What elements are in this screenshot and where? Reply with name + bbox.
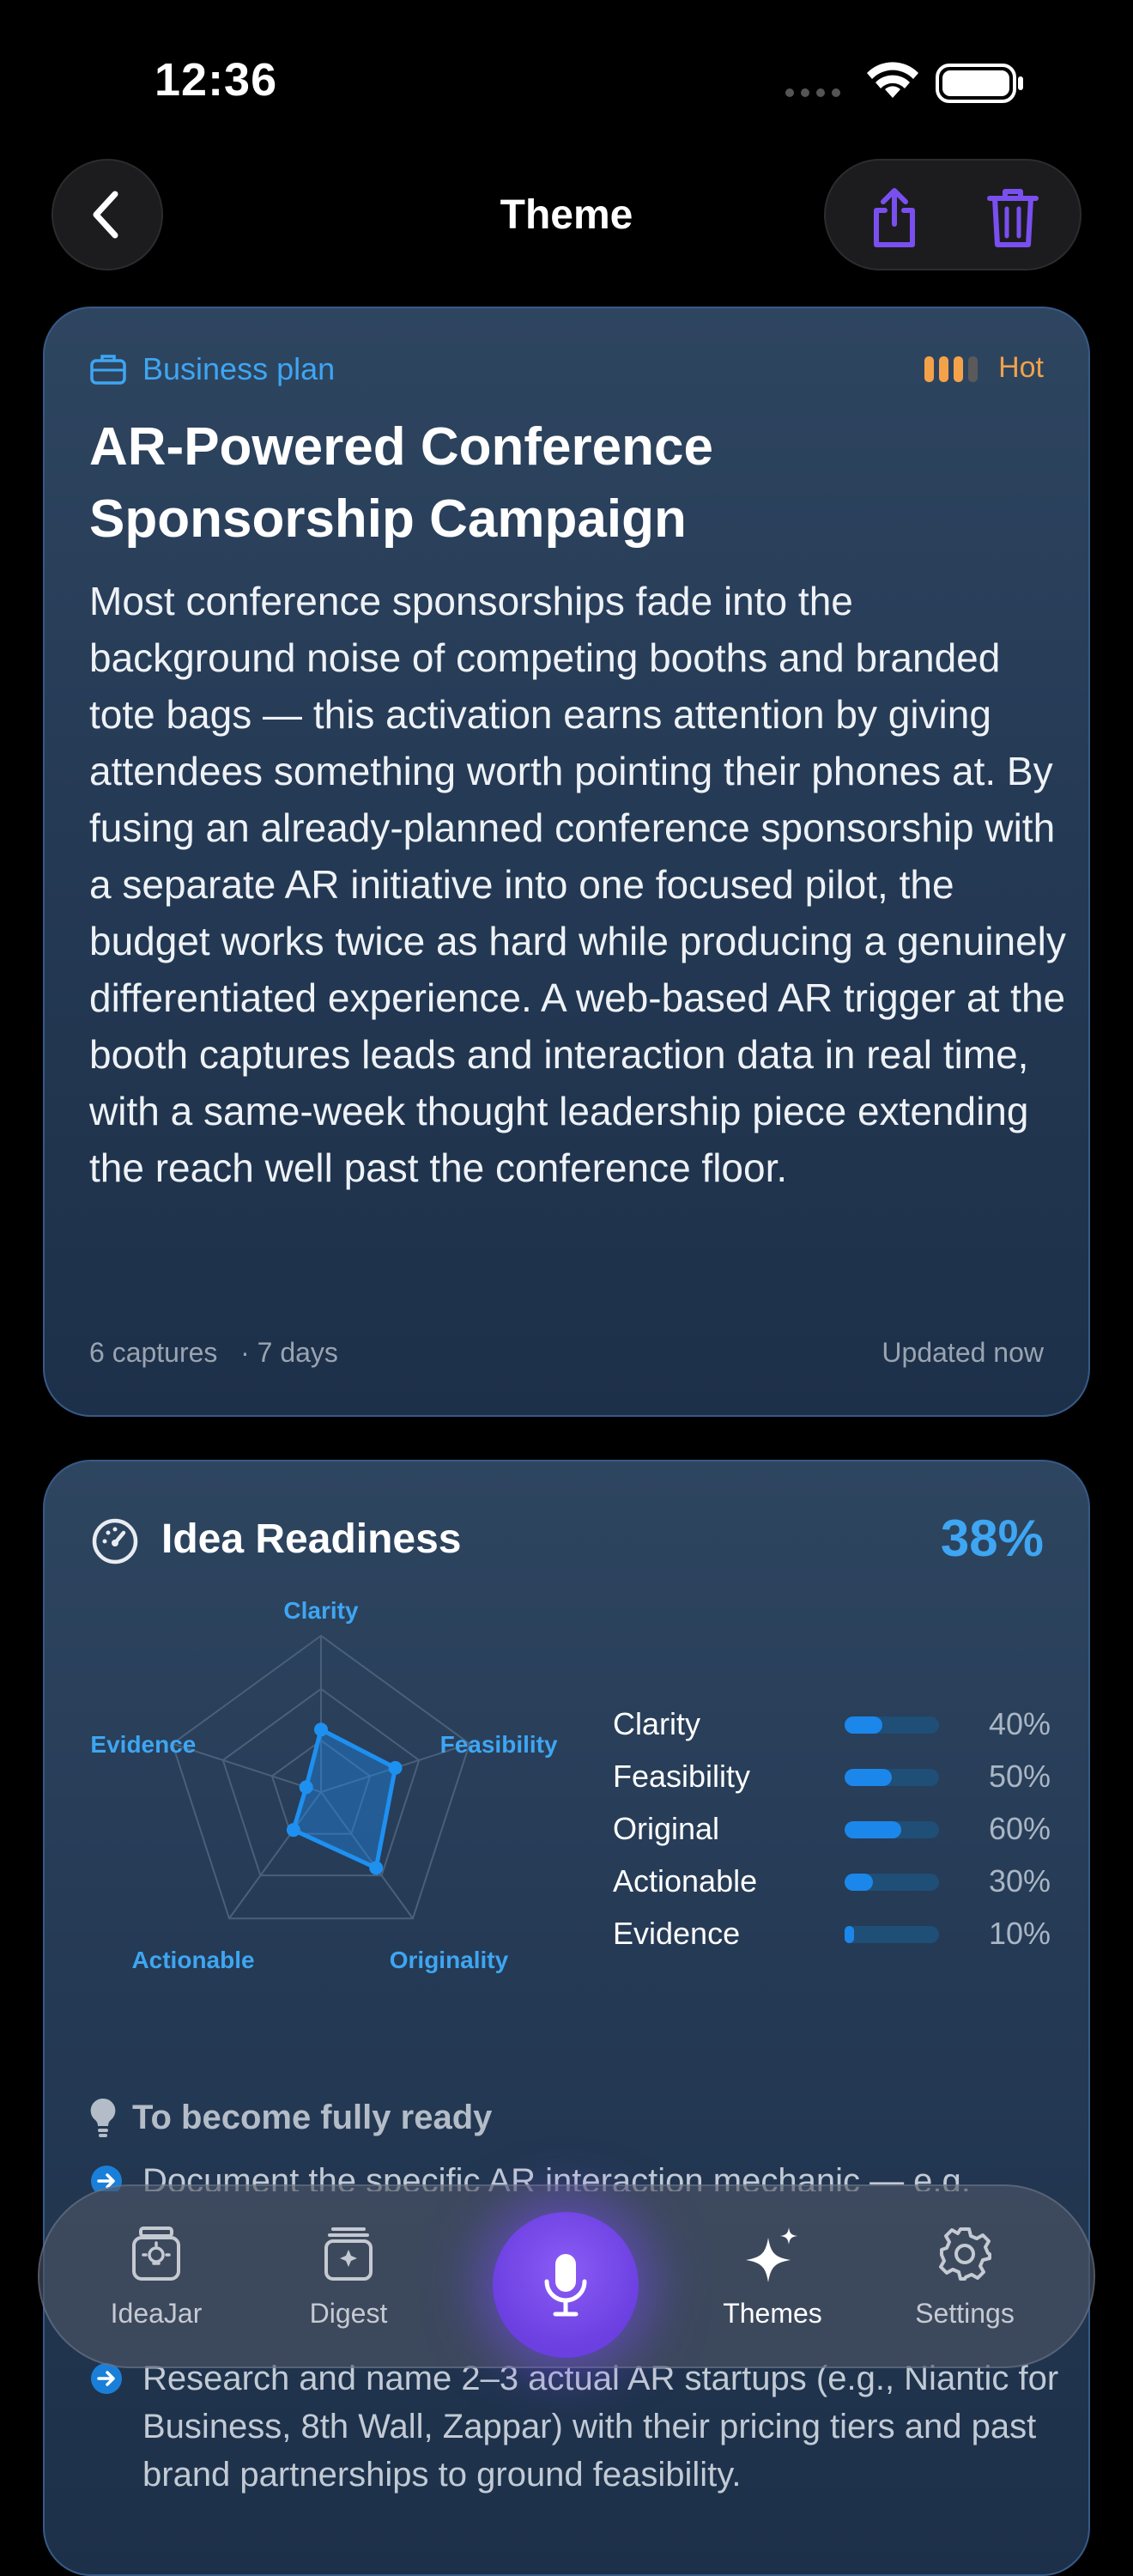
action-pill <box>824 159 1082 270</box>
metric-bar-track <box>845 1716 939 1734</box>
metric-bar-track <box>845 1769 939 1786</box>
to-ready-heading: To become fully ready <box>89 2097 492 2138</box>
status-bar: 12:36 <box>0 0 1133 163</box>
lightbulb-icon <box>90 2098 116 2137</box>
radar-point <box>299 1780 313 1795</box>
metric-bar-fill <box>845 1926 854 1943</box>
jar-icon <box>132 2227 180 2281</box>
metric-value: 30% <box>988 1863 1051 1899</box>
metric-value: 10% <box>988 1916 1051 1951</box>
metric-bar-track <box>845 1874 939 1891</box>
suggestion-text: Research and name 2–3 actual AR startups… <box>142 2360 1059 2494</box>
readiness-radar-chart: Clarity Feasibility Originality Actionable E… <box>90 1597 558 1973</box>
tab-ideajar[interactable]: IdeaJar <box>72 2186 240 2370</box>
tab-label: Themes <box>723 2298 822 2329</box>
readiness-percent: 38% <box>940 1510 1044 1567</box>
briefcase-icon <box>90 355 126 385</box>
metric-name: Feasibility <box>613 1759 751 1794</box>
duration: · 7 days <box>240 1337 338 1368</box>
to-ready-title: To become fully ready <box>132 2098 493 2136</box>
tab-label: Digest <box>309 2298 388 2329</box>
metric-bar-fill <box>845 1821 901 1838</box>
metric-value: 50% <box>988 1759 1051 1794</box>
signal-icon <box>785 88 840 97</box>
digest-icon <box>324 2227 373 2281</box>
theme-tag-row: Business plan Hot <box>89 351 1044 394</box>
metric-row: Evidence 10% <box>613 1916 1051 1968</box>
heat-label: Hot <box>998 351 1044 384</box>
tab-themes[interactable]: Themes <box>688 2186 857 2370</box>
gear-icon <box>939 2227 991 2281</box>
wifi-icon <box>867 62 918 98</box>
category-label: Business plan <box>142 351 336 386</box>
metric-bar-track <box>845 1821 939 1838</box>
tab-settings[interactable]: Settings <box>881 2186 1049 2370</box>
metric-bar-fill <box>845 1874 873 1891</box>
radar-label: Clarity <box>283 1597 359 1624</box>
tab-label: Settings <box>915 2298 1015 2329</box>
radar-label: Feasibility <box>440 1731 558 1758</box>
tab-bar: IdeaJar Digest Themes Settings <box>38 2184 1095 2368</box>
suggestion-item: Research and name 2–3 actual AR startups… <box>89 2354 1059 2499</box>
metric-bar-fill <box>845 1769 892 1786</box>
captures-count: 6 captures <box>89 1337 218 1368</box>
readiness-metrics: Clarity 40% Feasibility 50% Original 60% Actio… <box>613 1706 1051 1968</box>
microphone-icon <box>544 2254 587 2317</box>
metric-row: Actionable 30% <box>613 1863 1051 1916</box>
metric-name: Evidence <box>613 1916 741 1951</box>
status-icons <box>785 62 1023 103</box>
record-mic-button[interactable] <box>493 2212 639 2358</box>
radar-point <box>314 1722 328 1737</box>
theme-title: AR-Powered Conference Sponsorship Campai… <box>89 417 713 549</box>
category-tag: Business plan <box>89 351 335 387</box>
metric-name: Original <box>613 1811 720 1846</box>
metric-row: Clarity 40% <box>613 1706 1051 1759</box>
theme-card[interactable]: Business plan Hot AR-Powered Conference … <box>43 307 1090 1417</box>
sparkles-icon <box>746 2227 797 2282</box>
metric-bar-track <box>845 1926 939 1943</box>
readiness-card: Idea Readiness 38% Clarity Feasibility Ori… <box>43 1460 1090 2576</box>
metric-value: 40% <box>988 1706 1051 1741</box>
updated-label: Updated now <box>882 1337 1044 1368</box>
radar-point <box>286 1823 300 1838</box>
status-time: 12:36 <box>154 54 278 106</box>
battery-icon <box>936 64 1023 103</box>
radar-label: Originality <box>390 1947 509 1973</box>
tab-label: IdeaJar <box>110 2298 203 2329</box>
readiness-title: Idea Readiness <box>161 1516 462 1562</box>
nav-bar: Theme <box>0 159 1133 275</box>
readiness-header: Idea Readiness 38% <box>89 1509 1044 1577</box>
share-icon[interactable] <box>864 186 924 248</box>
metric-row: Original 60% <box>613 1811 1051 1863</box>
metric-name: Clarity <box>613 1706 701 1741</box>
trash-icon[interactable] <box>985 186 1041 248</box>
metric-name: Actionable <box>613 1863 758 1899</box>
heat-bars-icon <box>924 351 983 385</box>
theme-description: Most conference sponsorships fade into t… <box>89 579 1066 1190</box>
radar-label: Actionable <box>131 1947 254 1973</box>
gauge-icon <box>92 1518 138 1564</box>
tab-digest[interactable]: Digest <box>264 2186 433 2370</box>
radar-label: Evidence <box>90 1731 196 1758</box>
radar-point <box>369 1861 384 1875</box>
heat-badge: Hot <box>924 351 1044 385</box>
metric-row: Feasibility 50% <box>613 1759 1051 1811</box>
metric-value: 60% <box>988 1811 1051 1846</box>
metric-bar-fill <box>845 1716 882 1734</box>
radar-point <box>388 1760 403 1775</box>
